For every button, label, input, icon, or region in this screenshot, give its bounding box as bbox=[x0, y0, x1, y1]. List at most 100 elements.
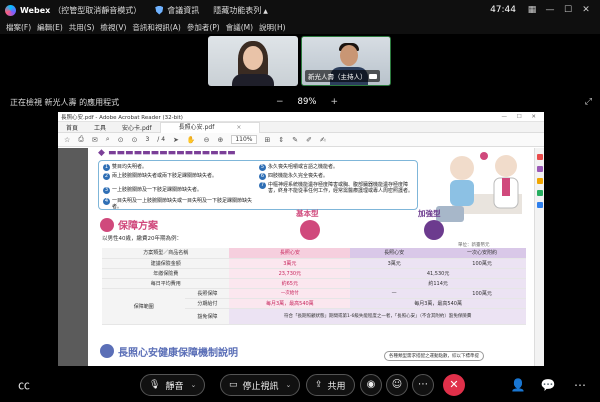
menu-file[interactable]: 檔案(F) bbox=[6, 22, 31, 33]
more-options-icon[interactable]: ⋯ bbox=[412, 374, 434, 396]
condition-item: 4 一目失明及一上肢腕關節缺失或一目失明及一下肢足踝關節缺失者。 bbox=[103, 198, 253, 210]
condition-item: 7 中樞神經系統機能遺存極度障害或胸、腹部臟器機能遺存極度障害，終身不能從事任何工… bbox=[259, 182, 414, 194]
tab-anxin-card[interactable]: 安心卡.pdf bbox=[114, 123, 160, 132]
basic-plan-icon bbox=[300, 220, 320, 240]
pdf-viewport[interactable]: ◆ ▬▬▬▬▬▬▬▬▬▬▬▬▬▬▬ 1 雙目均失明者。 2 兩上肢腕關節缺失者或兩下… bbox=[58, 148, 534, 366]
chat-icon[interactable]: 💬 bbox=[540, 377, 556, 393]
reactions-icon[interactable]: ☺ bbox=[386, 374, 408, 396]
end-call-button[interactable]: ✕ bbox=[443, 374, 465, 396]
tab-tools[interactable]: 工具 bbox=[86, 123, 114, 132]
close-icon[interactable]: ✕ bbox=[580, 4, 592, 16]
participants-icon[interactable]: 👤 bbox=[510, 377, 526, 393]
viewing-status: 正在檢視 新光人壽 的應用程式 bbox=[10, 97, 120, 107]
captions-icon[interactable]: ㏄ bbox=[16, 377, 32, 393]
menu-help[interactable]: 說明(H) bbox=[259, 22, 286, 33]
tab-home[interactable]: 首頁 bbox=[58, 123, 86, 132]
acrobat-tabs: 首頁 工具 安心卡.pdf 長照心安.pdf × bbox=[58, 121, 544, 133]
zoom-out-button[interactable]: − bbox=[276, 97, 284, 107]
acrobat-title-bar: 長照心安.pdf - Adobe Acrobat Reader (32-bit)… bbox=[58, 112, 544, 122]
hand-tool-icon[interactable]: ✋ bbox=[187, 136, 196, 144]
meeting-timer: 47:44 bbox=[490, 5, 516, 15]
video-camera-icon: ▭ bbox=[229, 380, 238, 390]
select-tool-icon[interactable]: ➤ bbox=[173, 136, 179, 144]
shared-application-window: 長照心安.pdf - Adobe Acrobat Reader (32-bit)… bbox=[58, 112, 544, 366]
menu-participants[interactable]: 參加者(P) bbox=[187, 22, 220, 33]
stop-video-button[interactable]: ▭ 停止視訊 ⌄ bbox=[220, 374, 301, 396]
table-row: 保障範圍 長照保障 一次給付 — 100萬元 bbox=[102, 288, 526, 325]
more-tools-icon[interactable] bbox=[536, 202, 543, 208]
menu-share[interactable]: 共用(S) bbox=[69, 22, 95, 33]
menu-meeting[interactable]: 會議(M) bbox=[226, 22, 253, 33]
print-icon[interactable]: ⎙ bbox=[78, 135, 84, 144]
mute-button[interactable]: 🎙 靜音 ⌄ bbox=[140, 374, 206, 396]
advanced-plan-label: 加強型 bbox=[418, 209, 441, 218]
acrobat-toolbar: ☆ ⎙ ✉ ⌕ ⊙ ⊙ 3 / 4 ➤ ✋ ⊖ ⊕ 110% ⊞ ⇕ ✎ ✐ ✍ bbox=[58, 133, 544, 147]
plan-table: 方案類型／商品名稱 長照心安 長照心安 一次心安附約 建議保險金額 3萬元 3萬… bbox=[102, 248, 526, 325]
menu-bar: 檔案(F) 編輯(E) 共用(S) 檢視(V) 音訊和視訊(A) 參加者(P) … bbox=[0, 20, 600, 34]
fill-sign-icon[interactable] bbox=[536, 190, 543, 196]
more-panels-icon[interactable]: ⋯ bbox=[572, 377, 588, 393]
sign-icon[interactable]: ✍ bbox=[320, 136, 326, 144]
zoom-level[interactable]: 89% bbox=[298, 97, 317, 107]
table-row: 方案類型／商品名稱 長照心安 長照心安 一次心安附約 bbox=[102, 248, 526, 259]
plan-title: 保障方案 bbox=[118, 221, 158, 232]
zoom-in-button[interactable]: + bbox=[330, 97, 338, 107]
share-label: 共用 bbox=[327, 381, 346, 392]
tab-longterm-care[interactable]: 長照心安.pdf × bbox=[159, 121, 261, 133]
section-header-cut: ◆ ▬▬▬▬▬▬▬▬▬▬▬▬▬▬▬ bbox=[98, 148, 236, 158]
highlight-icon[interactable]: ✐ bbox=[306, 136, 312, 144]
pdf-zoom-select[interactable]: 110% bbox=[231, 135, 257, 144]
menu-view[interactable]: 檢視(V) bbox=[100, 22, 126, 33]
close-tab-icon[interactable]: × bbox=[228, 124, 249, 131]
share-icon: ⇪ bbox=[315, 380, 323, 390]
hide-menu-bar-button[interactable]: 隱藏功能表列 ▲ bbox=[213, 5, 268, 16]
mute-mode-label: （控管型取消靜音模式） bbox=[53, 5, 142, 15]
comment-icon[interactable]: ✎ bbox=[292, 136, 298, 144]
condition-item: 5 永久喪失咀嚼或言語之機能者。 bbox=[259, 164, 339, 171]
next-page-icon[interactable]: ⊙ bbox=[132, 136, 138, 144]
acrobat-right-rail bbox=[534, 148, 544, 366]
host-name-tag: 新光人壽（主持人） bbox=[305, 70, 380, 82]
share-button[interactable]: ⇪ 共用 bbox=[306, 374, 355, 396]
zoom-in-pdf-icon[interactable]: ⊕ bbox=[217, 136, 223, 144]
maximize-icon[interactable]: ☐ bbox=[562, 4, 574, 16]
layout-icon[interactable]: ▦ bbox=[526, 4, 538, 16]
acrobat-window-title: 長照心安.pdf - Adobe Acrobat Reader (32-bit) bbox=[61, 114, 183, 121]
page-total: / 4 bbox=[157, 136, 166, 143]
fit-page-icon[interactable]: ⊞ bbox=[265, 136, 271, 144]
search-icon[interactable]: ⌕ bbox=[106, 135, 110, 144]
mail-icon[interactable]: ✉ bbox=[92, 136, 98, 144]
participant-video-host[interactable]: 新光人壽（主持人） bbox=[301, 36, 391, 86]
basic-plan-label: 基本型 bbox=[296, 209, 319, 218]
conditions-box: 1 雙目均失明者。 2 兩上肢腕關節缺失者或兩下肢足踝關節缺失者。 3 一上肢腕關節及… bbox=[98, 160, 418, 210]
microphone-icon: 🎙 bbox=[149, 380, 161, 390]
comment-tool-icon[interactable] bbox=[536, 178, 543, 184]
scroll-mode-icon[interactable]: ⇕ bbox=[278, 136, 284, 144]
meeting-info-button[interactable]: 會議資訊 bbox=[167, 5, 199, 16]
section2-title: 長照心安健康保障機制說明 bbox=[118, 348, 238, 359]
table-row: 年繳保險費 23,730元 41,530元 bbox=[102, 268, 526, 279]
fullscreen-icon[interactable]: ⤢ bbox=[585, 97, 592, 107]
section2-note: 各種類型需求搭配之運動點數，綜以下標準提 bbox=[384, 351, 484, 361]
page-number-input[interactable]: 3 bbox=[145, 136, 149, 143]
star-icon[interactable]: ☆ bbox=[64, 136, 70, 144]
advanced-plan-icon bbox=[424, 220, 444, 240]
plan-section-icon bbox=[100, 218, 114, 232]
hide-menu-bar-label: 隱藏功能表列 bbox=[213, 5, 262, 15]
export-pdf-icon[interactable] bbox=[536, 154, 543, 160]
chevron-down-icon[interactable]: ⌄ bbox=[286, 381, 292, 389]
meeting-controls: ㏄ 🎙 靜音 ⌄ ▭ 停止視訊 ⌄ ⇪ 共用 ◉ ☺ ⋯ ✕ 👤 💬 ⋯ bbox=[0, 368, 600, 402]
prev-page-icon[interactable]: ⊙ bbox=[118, 136, 124, 144]
menu-edit[interactable]: 編輯(E) bbox=[37, 22, 63, 33]
edit-pdf-icon[interactable] bbox=[536, 166, 543, 172]
condition-item: 2 兩上肢腕關節缺失者或兩下肢足踝關節缺失者。 bbox=[103, 173, 218, 180]
zoom-out-pdf-icon[interactable]: ⊖ bbox=[204, 136, 210, 144]
mute-label: 靜音 bbox=[165, 381, 184, 392]
chevron-down-icon[interactable]: ⌄ bbox=[190, 381, 196, 389]
menu-audio-video[interactable]: 音訊和視訊(A) bbox=[132, 22, 180, 33]
participant-video-1[interactable] bbox=[208, 36, 298, 86]
camera-icon bbox=[368, 73, 377, 79]
zoom-controls: − 89% + bbox=[276, 97, 338, 107]
recording-icon[interactable]: ◉ bbox=[360, 374, 382, 396]
minimize-icon[interactable]: — bbox=[544, 4, 556, 16]
